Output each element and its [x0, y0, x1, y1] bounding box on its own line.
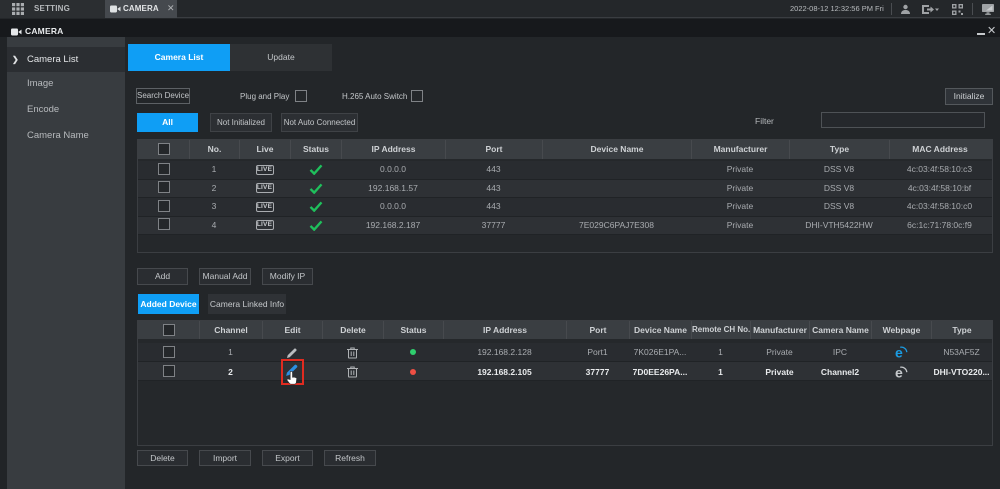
svg-text:e: e [895, 346, 903, 359]
svg-text:e: e [895, 366, 903, 379]
